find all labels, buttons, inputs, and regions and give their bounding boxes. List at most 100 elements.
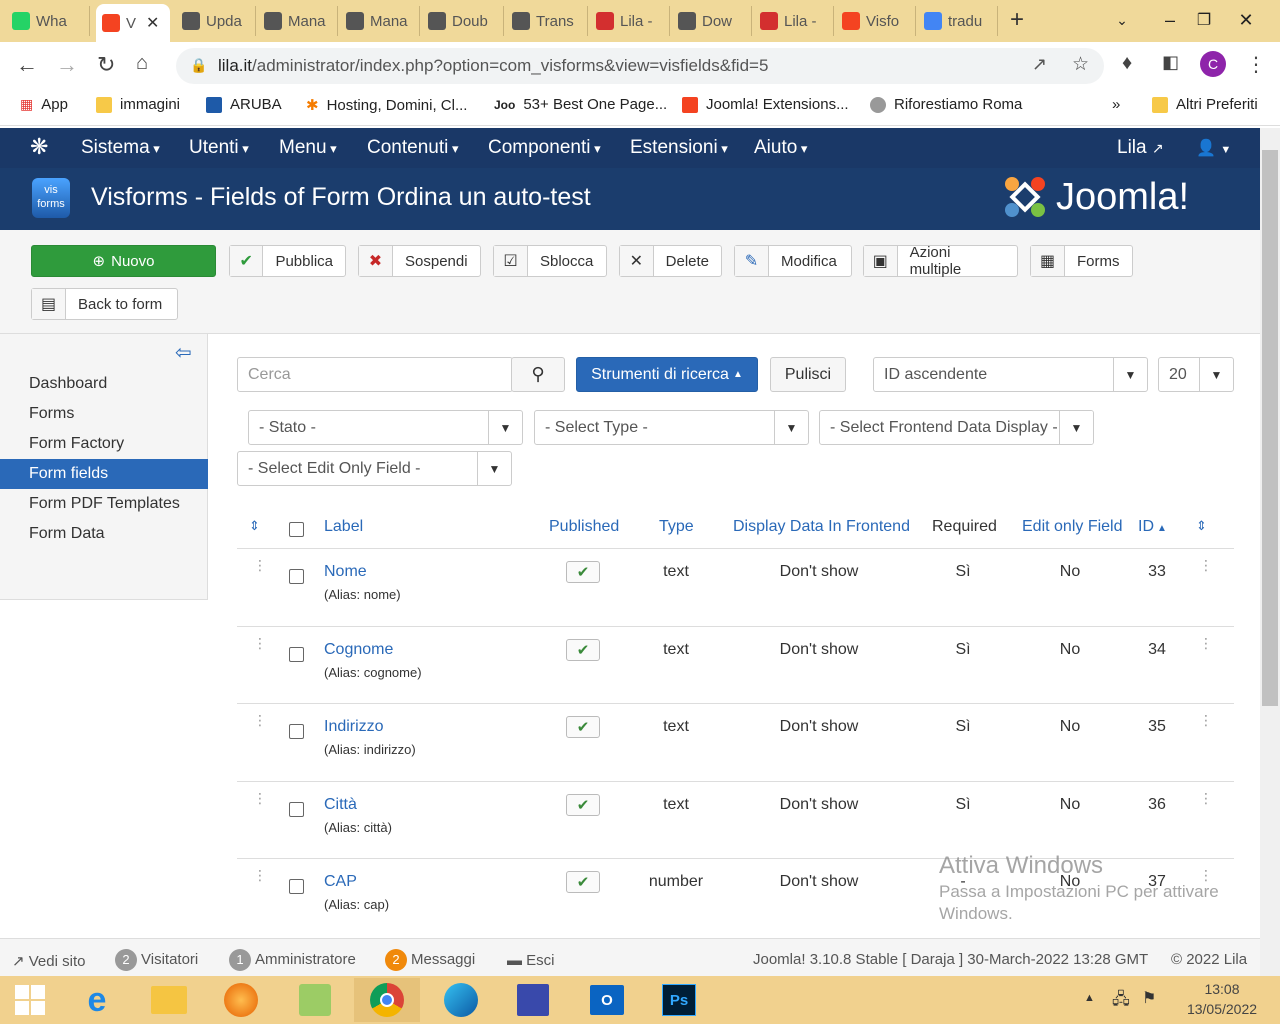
url-text[interactable]: lila.it/administrator/index.php?option=c…: [218, 56, 768, 76]
limit-select[interactable]: 20 ▼: [1158, 357, 1234, 392]
close-window-button[interactable]: ✕: [1224, 0, 1268, 40]
notification-flag-icon[interactable]: ⚑: [1142, 988, 1156, 1008]
tab-3[interactable]: Mana: [258, 6, 338, 36]
view-site-link[interactable]: Lila ↗: [1117, 137, 1164, 159]
ordering-sort-icon[interactable]: ⇕: [249, 518, 260, 534]
bookmark-app[interactable]: ▦ App: [20, 96, 68, 113]
omnibox[interactable]: 🔒 lila.it/administrator/index.php?option…: [176, 48, 1104, 84]
bookmark-riforestiamo[interactable]: Riforestiamo Roma: [870, 96, 1022, 113]
tab-10[interactable]: Visfo: [836, 6, 916, 36]
menu-aiuto[interactable]: Aiuto ▾: [754, 137, 807, 159]
tab-11[interactable]: tradu: [918, 6, 998, 36]
back-arrow-icon[interactable]: ←: [16, 52, 38, 78]
row-menu-icon[interactable]: ⋮: [1199, 558, 1213, 572]
back-to-form-button[interactable]: ▤ Back to form: [31, 288, 178, 320]
frontend-display-filter-select[interactable]: - Select Frontend Data Display - ▼: [819, 410, 1094, 445]
messages-status[interactable]: 2 Messaggi: [385, 949, 475, 971]
select-all-checkbox[interactable]: [289, 522, 304, 537]
drag-handle-icon[interactable]: ⋮: [253, 868, 267, 882]
edit-button[interactable]: ✎ Modifica: [734, 245, 852, 277]
extensions-icon[interactable]: ♦: [1122, 52, 1132, 75]
menu-estensioni[interactable]: Estensioni ▾: [630, 137, 728, 159]
row-menu-icon[interactable]: ⋮: [1199, 713, 1213, 727]
tab-1[interactable]: V ✕: [96, 4, 170, 42]
bookmark-other[interactable]: Altri Preferiti: [1152, 96, 1258, 113]
tab-0[interactable]: Wha: [6, 6, 90, 36]
tab-6[interactable]: Trans: [506, 6, 588, 36]
menu-menu[interactable]: Menu ▾: [279, 137, 337, 159]
row-checkbox[interactable]: [289, 879, 304, 894]
column-edit-only[interactable]: Edit only Field: [1022, 518, 1123, 536]
menu-sistema[interactable]: Sistema ▾: [81, 137, 160, 159]
bookmark-aruba[interactable]: ARUBA: [206, 96, 282, 113]
tab-5[interactable]: Doub: [422, 6, 504, 36]
network-icon[interactable]: 🖧: [1112, 988, 1130, 1015]
column-sort-icon[interactable]: ⇕: [1196, 518, 1207, 534]
clock[interactable]: 13:08 13/05/2022: [1180, 981, 1264, 1017]
joomla-logo-icon[interactable]: ❋: [30, 134, 48, 160]
taskbar-photoshop[interactable]: Ps: [646, 978, 712, 1022]
profile-avatar[interactable]: C: [1200, 51, 1226, 77]
new-tab-button[interactable]: +: [1010, 6, 1024, 34]
published-toggle[interactable]: ✔: [566, 871, 600, 893]
bookmarks-more[interactable]: »: [1112, 96, 1120, 113]
bookmark-joomla-ext[interactable]: Joomla! Extensions...: [682, 96, 849, 113]
row-checkbox[interactable]: [289, 646, 304, 662]
column-label[interactable]: Label: [324, 518, 363, 536]
column-display-frontend[interactable]: Display Data In Frontend: [733, 518, 910, 536]
row-checkbox[interactable]: [289, 569, 304, 584]
drag-handle-icon[interactable]: ⋮: [253, 791, 267, 805]
side-panel-icon[interactable]: ◧: [1162, 52, 1179, 73]
tab-4[interactable]: Mana: [340, 6, 420, 36]
tab-8[interactable]: Dow: [672, 6, 752, 36]
taskbar-firefox[interactable]: [208, 978, 274, 1022]
row-menu-icon[interactable]: ⋮: [1199, 791, 1213, 805]
edit-only-filter-select[interactable]: - Select Edit Only Field - ▼: [237, 451, 512, 486]
home-icon[interactable]: ⌂: [136, 52, 148, 75]
column-published[interactable]: Published: [549, 518, 619, 536]
taskbar-chrome[interactable]: [354, 978, 420, 1022]
field-label-link[interactable]: Nome: [324, 563, 367, 581]
search-tools-button[interactable]: Strumenti di ricerca ▲: [576, 357, 758, 392]
start-button[interactable]: [0, 978, 60, 1022]
maximize-button[interactable]: ❐: [1182, 0, 1226, 40]
tray-chevron-icon[interactable]: ▲: [1084, 992, 1095, 1004]
sidebar-item-form-factory[interactable]: Form Factory: [0, 429, 208, 459]
sidebar-item-forms[interactable]: Forms: [0, 399, 208, 429]
browser-menu-icon[interactable]: ⋮: [1246, 52, 1266, 77]
row-checkbox[interactable]: [289, 724, 304, 739]
bookmark-hosting[interactable]: ✱ Hosting, Domini, Cl...: [306, 96, 467, 115]
bookmark-immagini[interactable]: immagini: [96, 96, 180, 113]
column-id[interactable]: ID ▲: [1138, 518, 1167, 536]
column-type[interactable]: Type: [659, 518, 694, 536]
type-filter-select[interactable]: - Select Type - ▼: [534, 410, 809, 445]
share-icon[interactable]: ↗: [1032, 54, 1047, 75]
taskbar-ie[interactable]: e: [64, 978, 130, 1022]
new-button[interactable]: ⊕ Nuovo: [31, 245, 216, 277]
state-filter-select[interactable]: - Stato - ▼: [248, 410, 523, 445]
sidebar-item-form-data[interactable]: Form Data: [0, 519, 208, 549]
user-menu[interactable]: 👤 ▼: [1196, 138, 1231, 158]
taskbar-app[interactable]: [282, 978, 348, 1022]
row-menu-icon[interactable]: ⋮: [1199, 636, 1213, 650]
close-tab-icon[interactable]: ✕: [146, 13, 159, 33]
tab-2[interactable]: Upda: [176, 6, 256, 36]
reload-icon[interactable]: ↻: [97, 52, 115, 78]
publish-button[interactable]: ✔ Pubblica: [229, 245, 346, 277]
menu-componenti[interactable]: Componenti ▾: [488, 137, 601, 159]
unlock-button[interactable]: ☑ Sblocca: [493, 245, 607, 277]
tab-9[interactable]: Lila -: [754, 6, 834, 36]
field-label-link[interactable]: Cognome: [324, 641, 393, 659]
lock-icon[interactable]: 🔒: [190, 57, 207, 74]
sidebar-item-dashboard[interactable]: Dashboard: [0, 369, 208, 399]
row-checkbox[interactable]: [289, 801, 304, 817]
batch-button[interactable]: ▣ Azioni multiple: [863, 244, 1018, 278]
menu-utenti[interactable]: Utenti ▾: [189, 137, 249, 159]
taskbar-edge[interactable]: [428, 978, 494, 1022]
drag-handle-icon[interactable]: ⋮: [253, 636, 267, 650]
collapse-sidebar-icon[interactable]: ⇦: [175, 340, 192, 365]
field-label-link[interactable]: Città: [324, 796, 357, 814]
published-toggle[interactable]: ✔: [566, 793, 600, 816]
view-site-status-link[interactable]: ↗ Vedi sito: [12, 952, 85, 970]
published-toggle[interactable]: ✔: [566, 716, 600, 738]
